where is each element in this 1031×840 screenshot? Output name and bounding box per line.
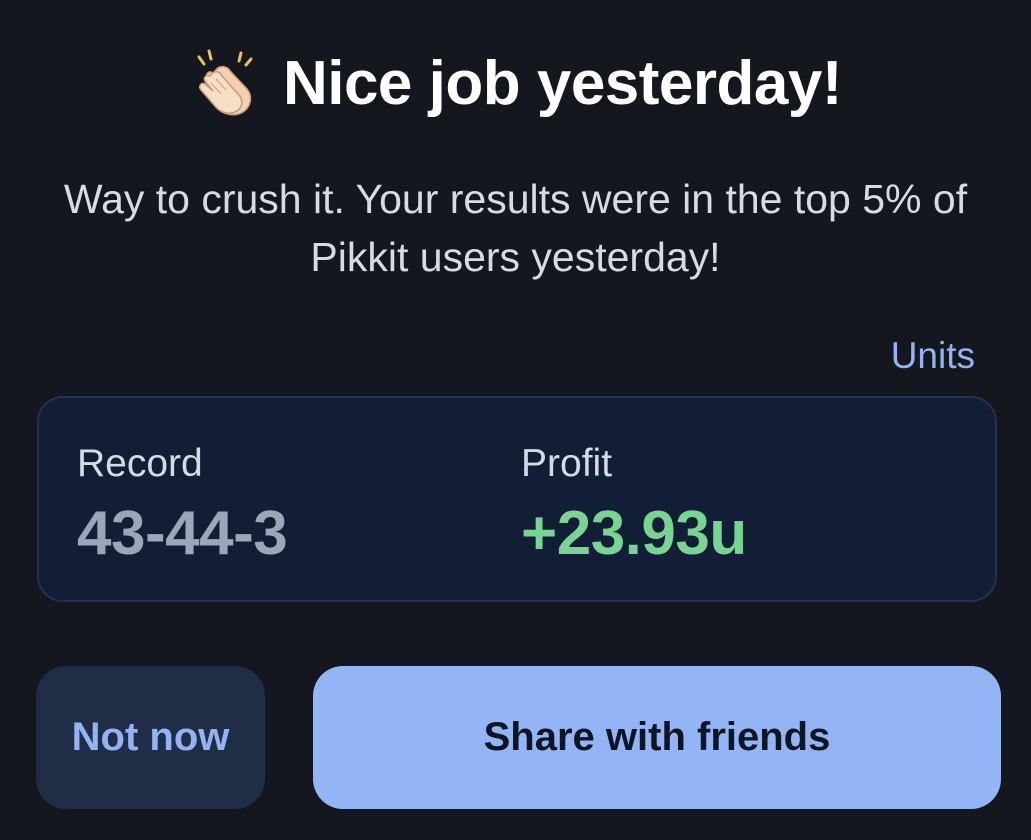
record-value: 43-44-3	[77, 499, 288, 568]
share-with-friends-button[interactable]: Share with friends	[313, 666, 1001, 809]
record-label: Record	[77, 442, 203, 485]
profit-stat: Profit +23.93u	[521, 440, 747, 570]
stats-card: Record 43-44-3 Profit +23.93u	[37, 396, 997, 602]
results-message: Way to crush it. Your results were in th…	[63, 176, 968, 280]
record-stat: Record 43-44-3	[77, 440, 288, 570]
profit-value: +23.93u	[521, 499, 747, 568]
results-modal: Nice job yesterday! Way to crush it. You…	[0, 0, 1031, 840]
units-toggle-button[interactable]: Units	[891, 335, 975, 377]
profit-label: Profit	[521, 442, 613, 485]
clapping-hands-icon	[189, 45, 265, 121]
not-now-button[interactable]: Not now	[36, 666, 265, 809]
header: Nice job yesterday!	[0, 38, 1031, 128]
page-title: Nice job yesterday!	[282, 48, 843, 118]
